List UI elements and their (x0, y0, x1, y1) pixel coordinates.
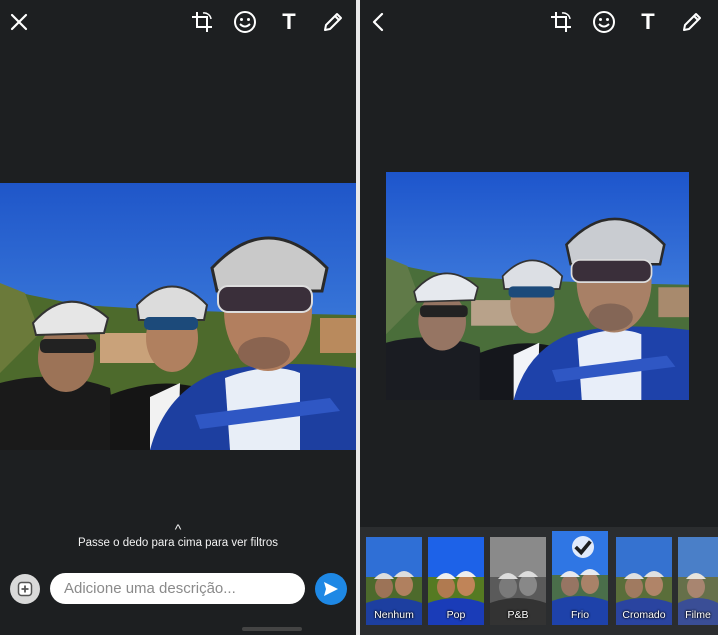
emoji-button[interactable] (589, 7, 619, 37)
photo-editor-panel-left: T ^ Passe o dedo para cima para ver filt… (0, 0, 356, 635)
filter-pb[interactable]: P&B (490, 537, 546, 625)
filter-label: Nenhum (374, 609, 414, 621)
text-tool-button[interactable]: T (633, 7, 663, 37)
send-icon (324, 582, 338, 596)
selected-check-icon (572, 536, 594, 558)
caption-field[interactable] (50, 573, 305, 604)
emoji-icon (234, 11, 256, 33)
swipe-hint: Passe o dedo para cima para ver filtros (77, 537, 279, 549)
home-indicator (242, 627, 302, 631)
crop-rotate-icon (551, 12, 571, 32)
emoji-icon (593, 11, 615, 33)
draw-button[interactable] (318, 7, 348, 37)
filter-nenhum[interactable]: Nenhum (366, 537, 422, 625)
back-button[interactable] (363, 7, 393, 37)
selfie-photo (0, 183, 356, 450)
draw-button[interactable] (677, 7, 707, 37)
pencil-icon (683, 13, 701, 31)
emoji-button[interactable] (230, 7, 260, 37)
pencil-icon (324, 13, 342, 31)
crop-button[interactable] (546, 7, 576, 37)
crop-button[interactable] (187, 7, 217, 37)
photo-editor-panel-right: T Nenhum Pop P&B Frio Cromado Filme (360, 0, 718, 635)
crop-rotate-icon (192, 12, 212, 32)
filter-label: P&B (507, 609, 529, 621)
back-chevron-icon (372, 12, 384, 32)
filter-label: Frio (570, 609, 590, 621)
add-media-button[interactable] (10, 574, 40, 604)
text-tool-button[interactable]: T (274, 7, 304, 37)
add-media-icon (17, 581, 33, 597)
chevron-up-icon: ^ (174, 521, 182, 537)
text-tool-icon: T (282, 9, 296, 34)
caption-input[interactable] (62, 579, 293, 598)
filter-label: Pop (446, 609, 466, 621)
selfie-photo-preview (386, 172, 689, 400)
send-button[interactable] (315, 573, 347, 605)
filter-filme[interactable]: Filme (678, 537, 718, 625)
filter-strip: Nenhum Pop P&B Frio Cromado Filme (360, 527, 718, 635)
filter-frio[interactable]: Frio (552, 531, 608, 625)
text-tool-icon: T (641, 9, 655, 34)
close-button[interactable] (4, 7, 34, 37)
filter-label: Cromado (622, 609, 666, 621)
filter-cromado[interactable]: Cromado (616, 537, 672, 625)
filter-pop[interactable]: Pop (428, 537, 484, 625)
filter-label: Filme (685, 609, 711, 621)
close-icon (10, 13, 28, 31)
